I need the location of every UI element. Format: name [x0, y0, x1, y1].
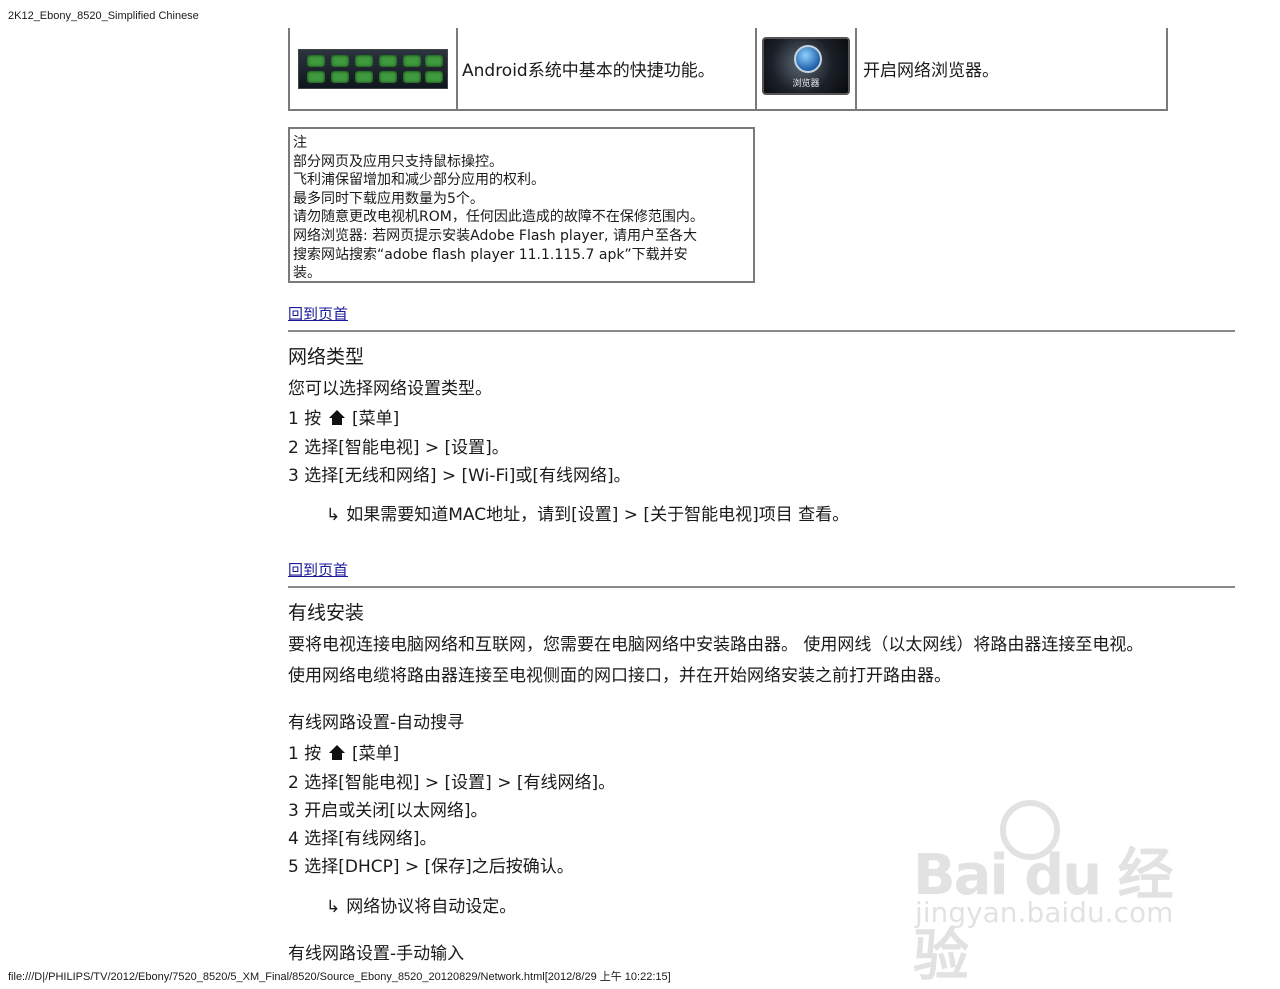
note-line: 最多同时下载应用数量为5个。 [293, 190, 484, 207]
note-title: 注 [293, 135, 307, 151]
step-text: [菜单] [352, 744, 400, 764]
back-to-top-link[interactable]: 回到页首 [288, 303, 348, 324]
table-row: Android系统中基本的快捷功能。 浏览器 开启网络浏览器。 [288, 28, 1168, 111]
page-footer: file:///D|/PHILIPS/TV/2012/Ebony/7520_85… [8, 971, 671, 983]
step-text: 1 按 [288, 744, 322, 764]
step-text: [菜单] [352, 409, 400, 429]
browser-description: 开启网络浏览器。 [855, 28, 1168, 111]
wired-auto-result: ↳ 网络协议将自动设定。 [326, 892, 516, 917]
divider [288, 330, 1235, 332]
browser-icon: 浏览器 [762, 37, 850, 95]
wired-auto-subtitle: 有线网路设置-自动搜寻 [288, 713, 465, 733]
step-text: 1 按 [288, 409, 322, 429]
note-line: 请勿随意更改电视机ROM，任何因此造成的故障不在保修范围内。 [293, 209, 704, 226]
home-icon [328, 410, 345, 425]
arrow-return-icon: ↳ [326, 897, 341, 917]
note-line: 飞利浦保留增加和减少部分应用的权利。 [293, 172, 545, 189]
section-title-network-type: 网络类型 [288, 346, 365, 368]
quick-function-thumbnail [298, 48, 448, 89]
home-icon [328, 745, 345, 760]
page-header: 2K12_Ebony_8520_Simplified Chinese [8, 10, 199, 22]
network-type-step-2: 2 选择[智能电视] > [设置]。 [288, 438, 509, 458]
note-line: 网络浏览器: 若网页提示安装Adobe Flash player, 请用户至各大 [293, 227, 697, 244]
wired-install-para-1: 要将电视连接电脑网络和互联网，您需要在电脑网络中安装路由器。 使用网线（以太网线… [288, 635, 1144, 655]
quick-function-description: Android系统中基本的快捷功能。 [456, 28, 757, 111]
wired-auto-step-1: 1 按 [菜单] [288, 739, 399, 764]
note-line: 搜索网站搜索“adobe flash player 11.1.115.7 apk… [293, 246, 688, 263]
back-to-top-link[interactable]: 回到页首 [288, 559, 348, 580]
wired-auto-step-4: 4 选择[有线网络]。 [288, 829, 437, 849]
wired-auto-step-5: 5 选择[DHCP] > [保存]之后按确认。 [288, 857, 574, 877]
note-line: 装。 [293, 265, 321, 282]
network-type-step-1: 1 按 [菜单] [288, 404, 399, 429]
watermark-main-text: Bai du 经验 [913, 843, 1174, 989]
result-text: 如果需要知道MAC地址，请到[设置] > [关于智能电视]项目 查看。 [346, 505, 850, 525]
arrow-return-icon: ↳ [326, 505, 341, 525]
network-type-result: ↳ 如果需要知道MAC地址，请到[设置] > [关于智能电视]项目 查看。 [326, 500, 849, 525]
quick-function-thumbnail-cell [288, 28, 458, 111]
wired-manual-subtitle: 有线网路设置-手动输入 [288, 944, 465, 964]
section-title-wired-install: 有线安装 [288, 602, 365, 624]
baidu-watermark: Bai du 经验 jingyan.baidu.com [905, 800, 1205, 989]
result-text: 网络协议将自动设定。 [346, 897, 517, 917]
browser-thumbnail-cell: 浏览器 [755, 28, 857, 111]
app-table: Android系统中基本的快捷功能。 浏览器 开启网络浏览器。 [288, 28, 1168, 111]
network-type-step-3: 3 选择[无线和网络] > [Wi-Fi]或[有线网络]。 [288, 466, 631, 486]
watermark-sub-text: jingyan.baidu.com [915, 896, 1174, 929]
divider [288, 586, 1235, 588]
wired-auto-step-3: 3 开启或关闭[以太网络]。 [288, 801, 488, 821]
network-type-intro: 您可以选择网络设置类型。 [288, 379, 492, 399]
note-line: 部分网页及应用只支持鼠标操控。 [293, 153, 503, 170]
paw-logo-icon [1000, 800, 1060, 860]
note-box: 注 部分网页及应用只支持鼠标操控。 飞利浦保留增加和减少部分应用的权利。 最多同… [288, 127, 755, 283]
wired-install-para-2: 使用网络电缆将路由器连接至电视侧面的网口接口，并在开始网络安装之前打开路由器。 [288, 666, 951, 686]
browser-icon-caption: 浏览器 [792, 79, 820, 89]
wired-auto-step-2: 2 选择[智能电视] > [设置] > [有线网络]。 [288, 773, 616, 793]
